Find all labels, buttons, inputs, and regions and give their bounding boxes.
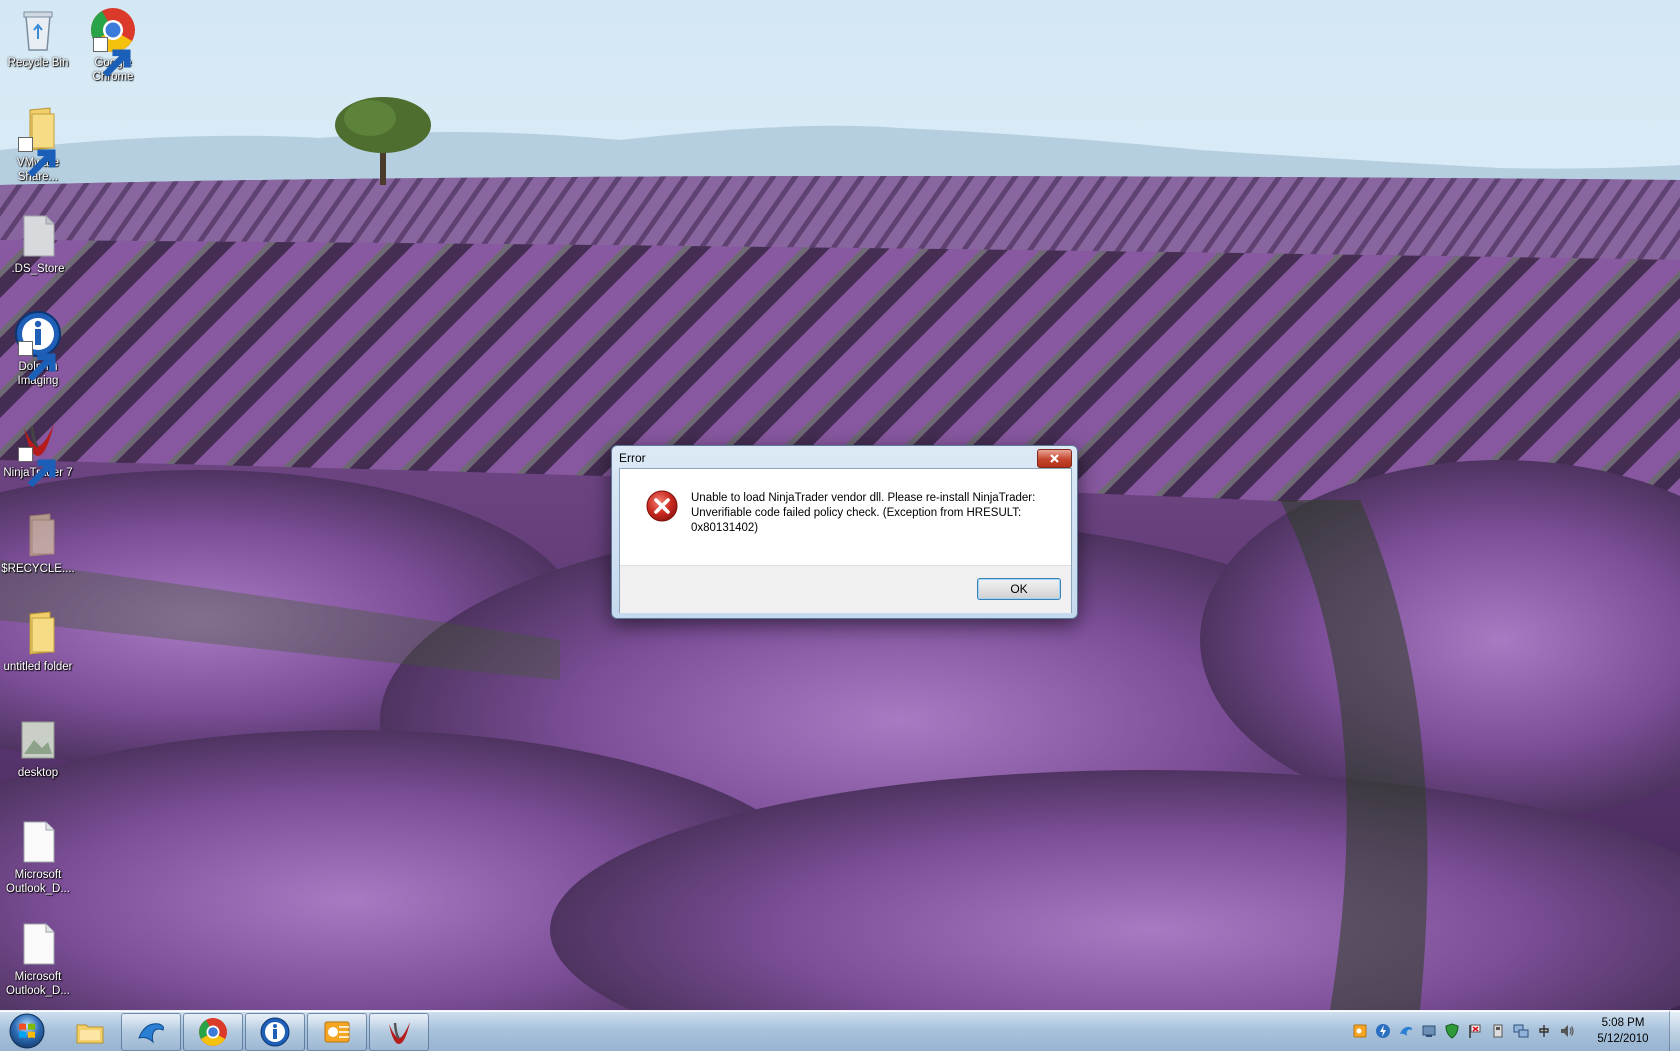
recycle-bin-icon [14,6,62,54]
ok-button[interactable]: OK [977,578,1061,600]
tray-outlook[interactable] [1351,1022,1369,1040]
tray-network-monitor[interactable] [1420,1022,1438,1040]
desktop-icon-ninjatrader[interactable]: NinjaTrader 7 [0,416,76,488]
shortcut-arrow-icon [18,341,56,382]
show-desktop-button[interactable] [1669,1011,1680,1051]
chrome-icon [89,6,137,78]
tray-volume[interactable] [1558,1022,1576,1040]
desktop-icon-outlook-file-2[interactable]: Microsoft Outlook_D... [0,920,76,998]
error-icon [646,490,678,522]
network-monitor-icon [1422,1025,1436,1037]
desktop-icon-dolphin-imaging[interactable]: Dolphin Imaging [0,310,76,388]
desktop-icon-untitled-folder[interactable]: untitled folder [0,610,76,674]
file-icon [14,818,62,866]
error-dialog: Error Unable to load NinjaTrader vendor … [611,445,1078,619]
taskbar-clock[interactable]: 5:08 PM 5/12/2010 [1580,1015,1666,1047]
outlook-tray-icon [1353,1024,1367,1038]
tray-device[interactable] [1489,1022,1507,1040]
desktop-icon-label: Recycle Bin [7,57,69,69]
desktop-icon-label: untitled folder [3,661,73,673]
tray-cable[interactable] [1535,1022,1553,1040]
tray-security[interactable] [1443,1022,1461,1040]
usb-device-icon [1493,1024,1503,1038]
taskbar-explorer[interactable] [60,1013,120,1051]
taskbar-dolphin-imaging[interactable] [245,1013,305,1051]
taskbar: 5:08 PM 5/12/2010 [0,1010,1680,1051]
clock-date: 5/12/2010 [1597,1033,1649,1045]
image-file-icon [14,716,62,764]
desktop-icon-label: desktop [17,767,59,779]
dialog-title: Error [619,451,646,465]
tray-action-center[interactable] [1466,1022,1484,1040]
shortcut-arrow-icon [93,37,131,78]
desktop-icon-ds-store[interactable]: .DS_Store [0,212,76,276]
taskbar-chrome[interactable] [183,1013,243,1051]
windows-start-icon [9,1013,45,1049]
desktop-icon-google-chrome[interactable]: Google Chrome [75,6,151,84]
ninjatrader-icon [389,1022,410,1044]
start-button[interactable] [2,1012,52,1050]
desktop-icon-label: Microsoft Outlook_D... [6,971,70,997]
taskbar-dolphin[interactable] [121,1013,181,1051]
dolphin-tray-icon [1400,1026,1413,1036]
speaker-icon [1561,1025,1574,1037]
close-button[interactable] [1037,449,1072,468]
windows-explorer-icon [76,1024,104,1044]
desktop-icon-label: Microsoft Outlook_D... [6,869,70,895]
clock-time: 5:08 PM [1601,1017,1645,1029]
lightning-icon [1376,1024,1390,1038]
action-center-flag-icon [1469,1024,1481,1038]
tray-dolphin[interactable] [1397,1022,1415,1040]
system-tray [1351,1022,1576,1040]
desktop-icon-desktop[interactable]: desktop [0,716,76,780]
dialog-body: Unable to load NinjaTrader vendor dll. P… [619,468,1072,613]
shortcut-arrow-icon [18,447,56,488]
desktop-icon-vmware-share[interactable]: VMware Share... [0,106,76,184]
file-icon [14,212,62,260]
dolphin-imaging-icon [14,310,62,382]
taskbar-outlook[interactable] [307,1013,367,1051]
ninjatrader-icon [14,416,62,488]
error-message: Unable to load NinjaTrader vendor dll. P… [691,492,1036,534]
desktop-icon-recycle-bin[interactable]: Recycle Bin [0,6,76,70]
tray-lightning[interactable] [1374,1022,1392,1040]
outlook-icon [324,1021,350,1043]
desktop-icon-recycle-folder[interactable]: $RECYCLE.... [0,512,76,576]
tray-network[interactable] [1512,1022,1530,1040]
shortcut-arrow-icon [18,137,56,178]
taskbar-ninjatrader[interactable] [369,1013,429,1051]
shield-icon [1445,1023,1459,1039]
dolphin-icon [138,1023,164,1044]
close-icon [1050,454,1059,463]
plug-icon [1539,1025,1549,1037]
chrome-icon [199,1018,227,1046]
file-icon [14,920,62,968]
desktop-icon-label: $RECYCLE.... [1,563,75,575]
desktop-icon-outlook-file-1[interactable]: Microsoft Outlook_D... [0,818,76,896]
dialog-button-bar: OK [620,565,1071,613]
network-icon [1513,1024,1529,1038]
folder-icon [14,106,62,178]
desktop-icon-label: .DS_Store [11,263,65,275]
folder-icon [14,610,62,658]
folder-icon [14,512,62,560]
dolphin-imaging-icon [260,1017,290,1047]
dialog-message-area: Unable to load NinjaTrader vendor dll. P… [620,469,1071,565]
